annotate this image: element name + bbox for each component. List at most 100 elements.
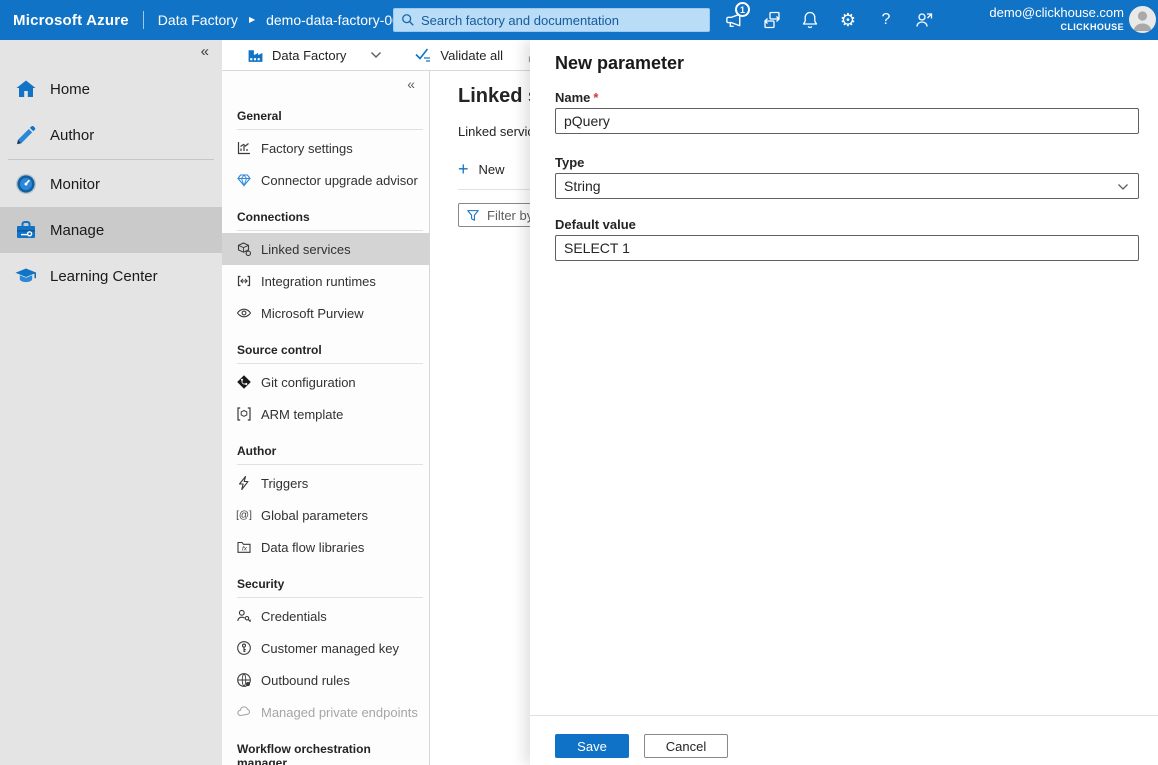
directory-switch-icon (762, 10, 782, 30)
arm-template-icon (235, 406, 253, 422)
nav-item-microsoft-purview[interactable]: Microsoft Purview (222, 297, 429, 329)
nav-item-triggers[interactable]: Triggers (222, 467, 429, 499)
toolbox-icon (14, 218, 38, 242)
validate-all-label: Validate all (440, 48, 503, 63)
panel-title: New parameter (555, 53, 1139, 74)
avatar-person-icon (1129, 6, 1156, 33)
nav-item-label: Managed private endpoints (261, 705, 418, 720)
sidebar-item-monitor[interactable]: Monitor (0, 161, 222, 207)
nav-item-factory-settings[interactable]: Factory settings (222, 132, 429, 164)
default-value-label: Default value (555, 217, 1139, 232)
directory-switch-button[interactable] (761, 0, 783, 40)
validate-check-icon (414, 47, 432, 63)
new-parameter-panel: New parameter Name* Type String Default … (530, 40, 1158, 765)
nav-item-global-parameters[interactable]: [@] Global parameters (222, 499, 429, 531)
search-input[interactable] (421, 13, 691, 28)
linked-services-icon (235, 241, 253, 257)
factory-selector[interactable]: Data Factory (247, 47, 346, 64)
chevron-down-icon (1117, 183, 1129, 191)
diamond-icon (235, 172, 253, 188)
nav-item-label: Outbound rules (261, 673, 350, 688)
required-asterisk: * (593, 90, 598, 105)
announcements-button[interactable]: 1 (723, 0, 745, 40)
settings-button[interactable]: ⚙ (837, 0, 859, 40)
nav-item-label: Data flow libraries (261, 540, 364, 555)
left-nav-collapse-icon[interactable]: « (0, 40, 222, 66)
type-select[interactable]: String (555, 173, 1139, 199)
section-header-connections: Connections (222, 210, 429, 224)
factory-selector-label: Data Factory (272, 48, 346, 63)
save-button[interactable]: Save (555, 734, 629, 758)
global-search[interactable] (393, 8, 710, 32)
git-icon (235, 374, 253, 390)
topbar-icons: 1 ⚙ ? (723, 0, 935, 40)
sidebar-item-label: Manage (50, 222, 104, 239)
sidebar-item-learning-center[interactable]: Learning Center (0, 253, 222, 299)
nav-item-customer-managed-key[interactable]: Customer managed key (222, 632, 429, 664)
svg-text:fx: fx (242, 546, 248, 553)
nav-item-label: Microsoft Purview (261, 306, 364, 321)
nav-item-data-flow-libraries[interactable]: fx Data flow libraries (222, 531, 429, 563)
chevron-down-icon[interactable] (370, 51, 382, 59)
help-icon: ? (882, 12, 891, 28)
eye-icon (235, 305, 253, 321)
side-nav-collapse-icon[interactable]: « (222, 71, 429, 95)
help-button[interactable]: ? (875, 0, 897, 40)
nav-item-label: Triggers (261, 476, 308, 491)
validate-all-button[interactable]: Validate all (414, 47, 503, 63)
default-value-field[interactable] (555, 235, 1139, 261)
feedback-button[interactable] (913, 0, 935, 40)
nav-item-managed-private-endpoints[interactable]: Managed private endpoints (222, 696, 429, 728)
cancel-button[interactable]: Cancel (644, 734, 728, 758)
notifications-button[interactable] (799, 0, 821, 40)
azure-brand[interactable]: Microsoft Azure (0, 12, 129, 29)
section-divider (237, 230, 423, 231)
key-icon (235, 640, 253, 656)
account-menu[interactable]: demo@clickhouse.com CLICKHOUSE (989, 5, 1124, 34)
nav-item-label: Linked services (261, 242, 351, 257)
gauge-icon (14, 172, 38, 196)
sidebar-item-author[interactable]: Author (0, 112, 222, 158)
breadcrumb-instance[interactable]: demo-data-factory-00 (266, 12, 396, 28)
nav-item-label: Factory settings (261, 141, 353, 156)
account-org: CLICKHOUSE (989, 22, 1124, 34)
nav-item-connector-upgrade-advisor[interactable]: Connector upgrade advisor (222, 164, 429, 196)
avatar[interactable] (1129, 6, 1156, 33)
nav-item-label: Git configuration (261, 375, 356, 390)
factory-icon (247, 47, 264, 64)
nav-item-label: Customer managed key (261, 641, 399, 656)
left-nav: « Home Author Monitor (0, 40, 222, 765)
globe-icon (235, 672, 253, 688)
nav-item-linked-services[interactable]: Linked services (222, 233, 429, 265)
nav-item-label: ARM template (261, 407, 343, 422)
section-header-general: General (222, 109, 429, 123)
name-field[interactable] (555, 108, 1139, 134)
nav-item-arm-template[interactable]: ARM template (222, 398, 429, 430)
search-icon (401, 13, 415, 27)
sidebar-item-manage[interactable]: Manage (0, 207, 222, 253)
bell-icon (800, 10, 820, 30)
factory-settings-icon (235, 140, 253, 156)
section-divider (237, 129, 423, 130)
lightning-icon (235, 475, 253, 491)
sidebar-item-home[interactable]: Home (0, 66, 222, 112)
section-divider (237, 464, 423, 465)
nav-item-outbound-rules[interactable]: Outbound rules (222, 664, 429, 696)
filter-funnel-icon (466, 208, 480, 222)
nav-item-integration-runtimes[interactable]: Integration runtimes (222, 265, 429, 297)
panel-footer: Save Cancel (530, 715, 1158, 765)
nav-item-label: Integration runtimes (261, 274, 376, 289)
pencil-icon (14, 123, 38, 147)
credentials-icon (235, 608, 253, 624)
section-header-security: Security (222, 577, 429, 591)
breadcrumb-product[interactable]: Data Factory (158, 12, 238, 28)
sidebar-item-label: Monitor (50, 176, 100, 193)
nav-item-credentials[interactable]: Credentials (222, 600, 429, 632)
manage-side-nav: « General Factory settings Connector upg… (222, 71, 430, 765)
account-email: demo@clickhouse.com (989, 5, 1124, 22)
feedback-icon (914, 10, 934, 30)
nav-item-label: Credentials (261, 609, 327, 624)
nav-item-git-configuration[interactable]: Git configuration (222, 366, 429, 398)
section-header-source-control: Source control (222, 343, 429, 357)
left-nav-divider (8, 159, 214, 160)
